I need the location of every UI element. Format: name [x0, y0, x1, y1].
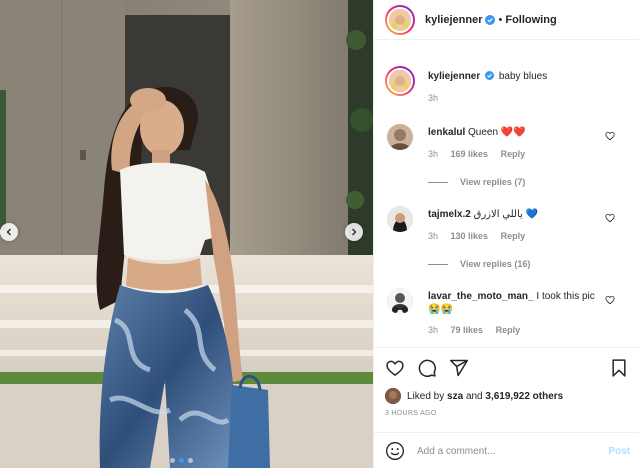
likes-and: and — [465, 390, 483, 402]
comment-reply-button[interactable]: Reply — [496, 325, 521, 335]
carousel-dot-active — [179, 458, 184, 463]
view-replies-label: View replies (16) — [460, 259, 531, 269]
caption-time[interactable]: 3h — [428, 93, 438, 103]
comment-meta: 3h 130 likes Reply — [428, 231, 535, 241]
post-actions: Liked by sza and 3,619,922 others 3 HOUR… — [374, 347, 639, 468]
carousel-dot — [188, 458, 193, 463]
post-side-panel: kyliejenner • Following kyliejenner baby… — [373, 0, 639, 468]
carousel-dot — [170, 458, 175, 463]
commenter-avatar[interactable] — [387, 206, 413, 232]
view-replies-label: View replies (7) — [460, 177, 526, 187]
comment-text: lavar_the_moto_man_ I took this pic 😭😭 — [428, 290, 608, 316]
next-slide-button[interactable] — [345, 223, 363, 241]
likes-prefix: Liked by — [407, 390, 445, 402]
bookmark-icon[interactable] — [609, 358, 629, 378]
like-comment-heart-icon[interactable] — [605, 131, 615, 141]
emoji-icon[interactable] — [385, 441, 405, 461]
caption-text: kyliejenner baby blues — [428, 70, 608, 83]
post-comment-button[interactable]: Post — [608, 446, 630, 457]
comment-item: lenkalul Queen ❤️❤️ 3h 169 likes Reply V… — [385, 124, 635, 194]
view-replies-button[interactable]: View replies (7) — [428, 177, 525, 187]
chevron-right-icon — [352, 228, 357, 236]
comment-item: tajmelx.2 ياللي الازرق 💙 3h 130 likes Re… — [385, 206, 635, 276]
comment-icon[interactable] — [417, 358, 437, 378]
likes-summary: Liked by sza and 3,619,922 others — [385, 388, 563, 404]
comment-username[interactable]: lavar_the_moto_man_ — [428, 291, 534, 302]
comment-meta: 3h 169 likes Reply — [428, 149, 535, 159]
comment-likes[interactable]: 169 likes — [451, 149, 489, 159]
comment-reply-button[interactable]: Reply — [501, 149, 526, 159]
author-avatar[interactable] — [385, 4, 415, 35]
verified-badge-icon — [485, 14, 496, 25]
comment-body: Queen ❤️❤️ — [468, 127, 526, 138]
caption-meta: 3h — [428, 93, 448, 103]
action-icons — [385, 358, 629, 378]
caption-username[interactable]: kyliejenner — [428, 71, 480, 82]
chevron-left-icon — [6, 228, 11, 236]
author-avatar-image — [387, 6, 413, 33]
comments-list[interactable]: kyliejenner baby blues 3h lenkalul Queen… — [374, 41, 639, 346]
caption-row: kyliejenner baby blues 3h — [385, 66, 635, 111]
heart-icon[interactable] — [385, 358, 405, 378]
caption-avatar[interactable] — [385, 66, 415, 96]
likes-count[interactable]: 3,619,922 others — [485, 391, 563, 402]
comment-username[interactable]: tajmelx.2 — [428, 209, 471, 220]
verified-badge-icon — [485, 71, 495, 80]
following-button[interactable]: Following — [505, 14, 556, 26]
liker-username[interactable]: sza — [447, 391, 463, 402]
comment-time[interactable]: 3h — [428, 325, 438, 335]
comment-time[interactable]: 3h — [428, 231, 438, 241]
post-timestamp[interactable]: 3 HOURS AGO — [385, 410, 437, 417]
like-comment-heart-icon[interactable] — [605, 295, 615, 305]
replies-divider — [428, 263, 448, 265]
comment-username[interactable]: lenkalul — [428, 127, 465, 138]
add-comment-bar: Post — [374, 432, 639, 468]
commenter-avatar[interactable] — [387, 124, 413, 150]
replies-divider — [428, 181, 448, 183]
post-header: kyliejenner • Following — [374, 0, 639, 40]
comment-input[interactable] — [417, 445, 597, 457]
like-comment-heart-icon[interactable] — [605, 213, 615, 223]
comment-likes[interactable]: 79 likes — [451, 325, 484, 335]
post-photo[interactable] — [0, 0, 373, 468]
liker-avatar[interactable] — [385, 388, 401, 404]
caption-body: baby blues — [498, 71, 548, 82]
separator-dot: • — [498, 13, 503, 26]
view-replies-button[interactable]: View replies (16) — [428, 259, 530, 269]
previous-slide-button[interactable] — [0, 223, 18, 241]
comment-likes[interactable]: 130 likes — [451, 231, 489, 241]
comment-text: tajmelx.2 ياللي الازرق 💙 — [428, 208, 608, 221]
photo-scene — [0, 0, 373, 468]
author-username[interactable]: kyliejenner — [425, 14, 482, 26]
comment-body: ياللي الازرق 💙 — [473, 209, 539, 220]
carousel-indicator — [170, 458, 193, 463]
commenter-avatar[interactable] — [387, 288, 413, 314]
comment-item: lavar_the_moto_man_ I took this pic 😭😭 3… — [385, 288, 635, 346]
comment-meta: 3h 79 likes Reply — [428, 325, 530, 335]
comment-reply-button[interactable]: Reply — [501, 231, 526, 241]
share-icon[interactable] — [449, 358, 469, 378]
instagram-post-modal: kyliejenner • Following kyliejenner baby… — [0, 0, 639, 468]
comment-time[interactable]: 3h — [428, 149, 438, 159]
comment-text: lenkalul Queen ❤️❤️ — [428, 126, 608, 139]
